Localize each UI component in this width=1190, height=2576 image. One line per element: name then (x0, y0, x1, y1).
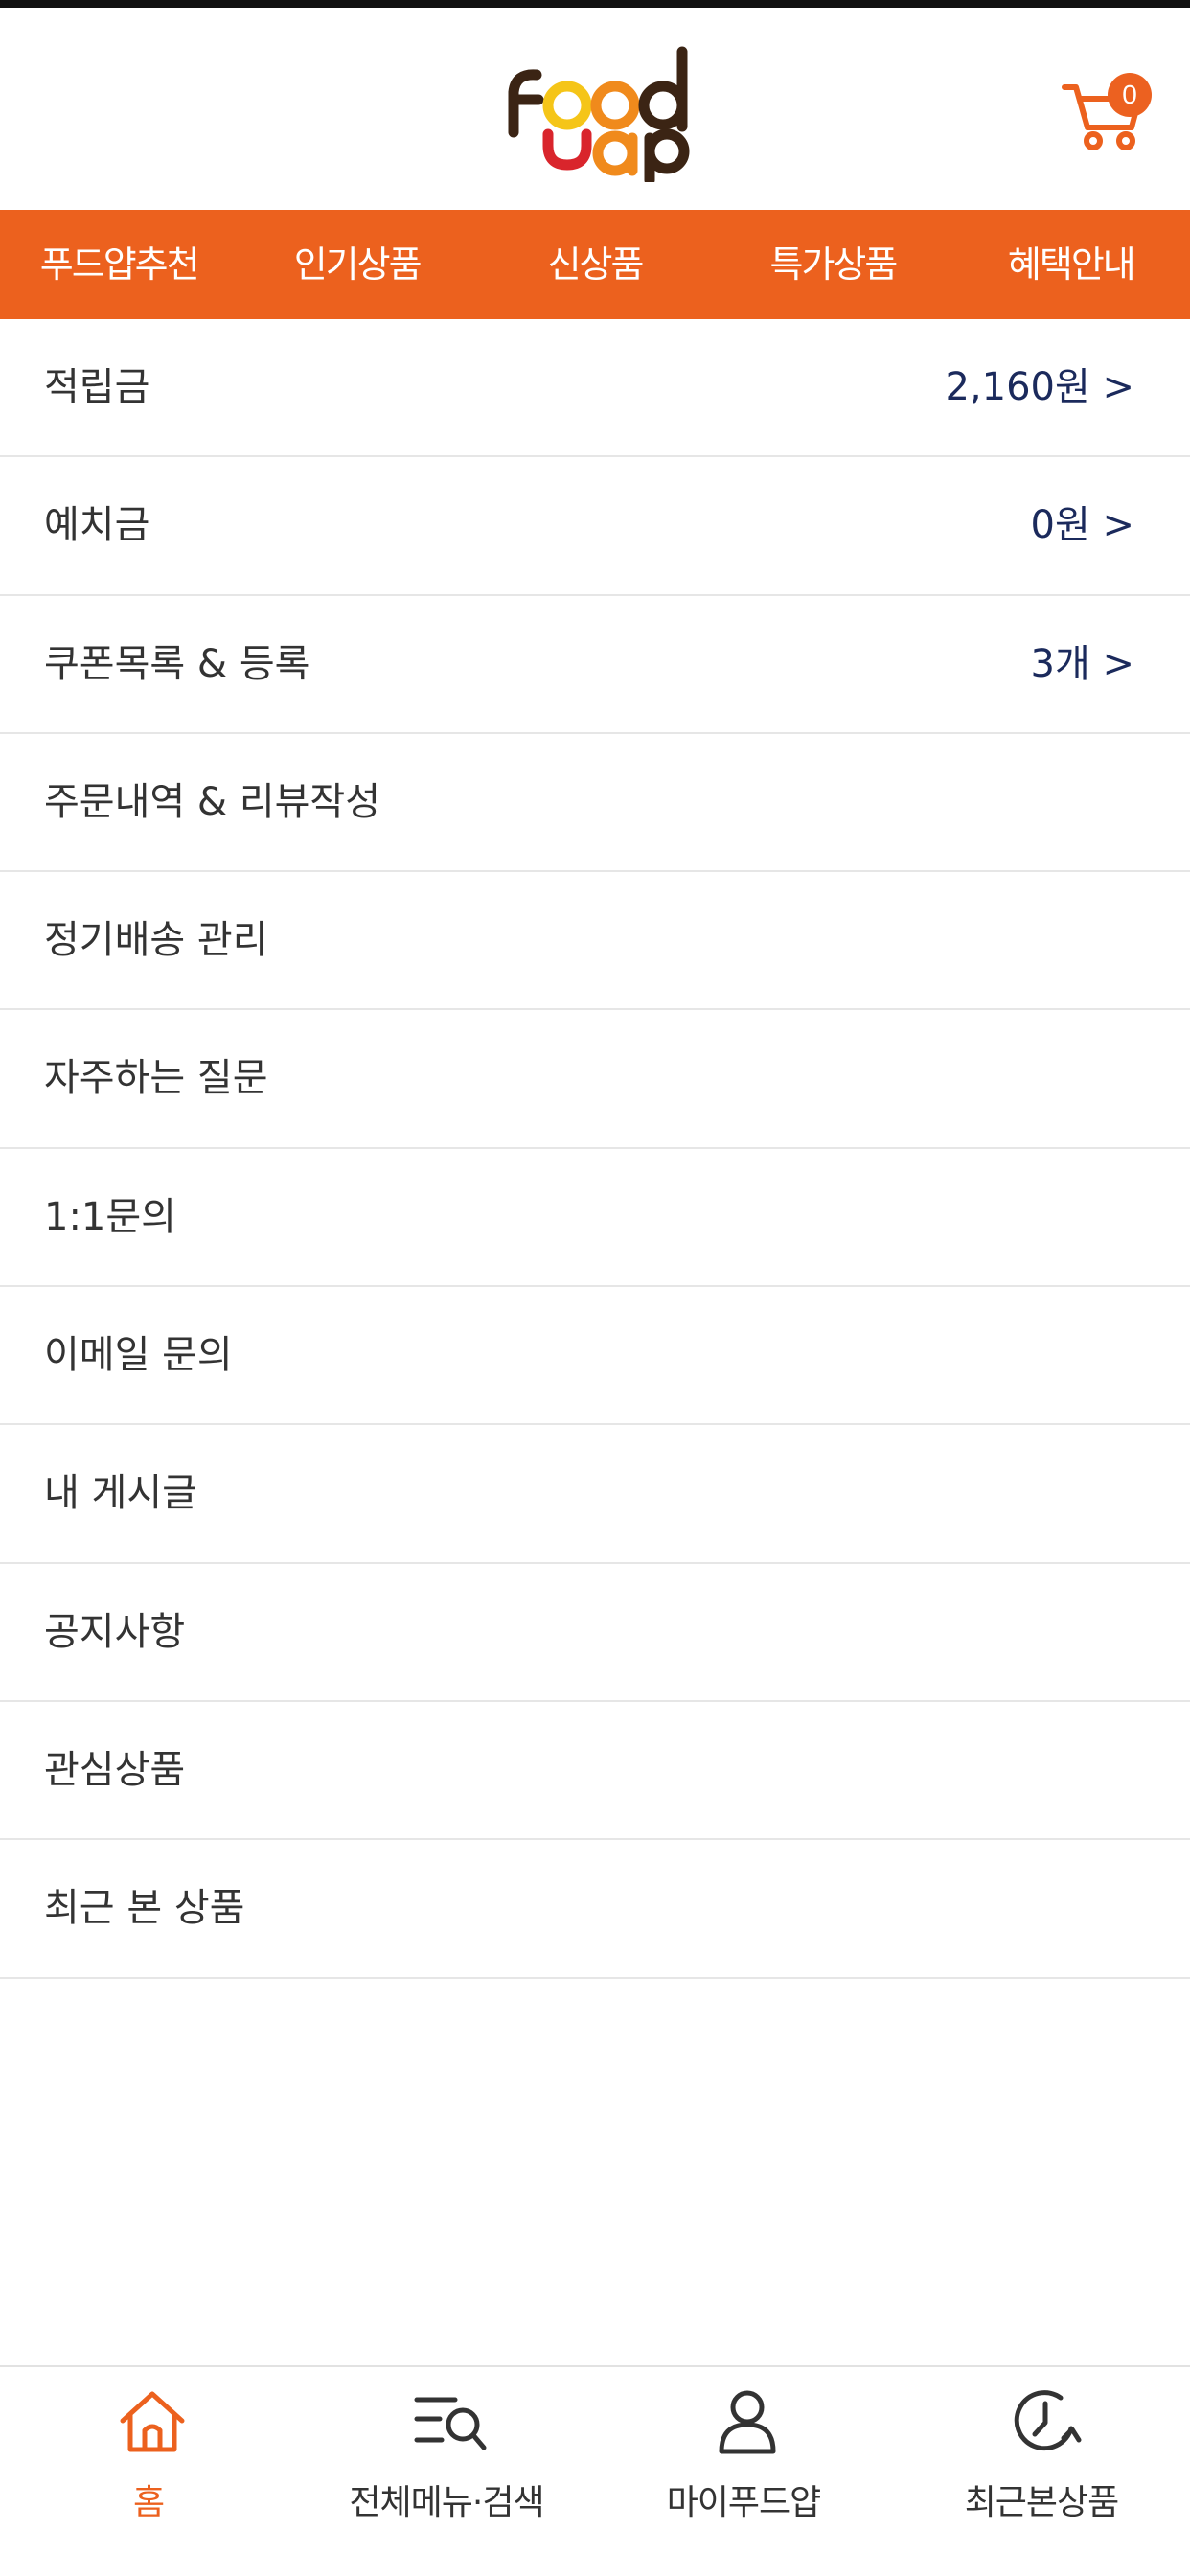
nav-item-popular[interactable]: 인기상품 (238, 210, 475, 319)
menu-search-icon (414, 2397, 487, 2450)
tab-label: 전체메뉴·검색 (349, 2483, 544, 2522)
tab-my-foodyap[interactable]: 마이푸드얍 (595, 2367, 892, 2530)
menu-item-coupons[interactable]: 쿠폰목록 & 등록 3개 > (0, 596, 1190, 734)
menu-item-label: 1:1문의 (44, 1194, 176, 1239)
tab-label: 최근본상품 (964, 2483, 1120, 2522)
menu-item-label: 쿠폰목록 & 등록 (44, 641, 310, 686)
nav-item-new[interactable]: 신상품 (476, 210, 714, 319)
status-bar (0, 0, 1190, 8)
category-nav: 푸드얍추천 인기상품 신상품 특가상품 혜택안내 (0, 210, 1190, 319)
menu-item-label: 예치금 (44, 503, 150, 548)
deposit-value: 0원 > (1030, 503, 1134, 548)
menu-item-label: 공지사항 (44, 1609, 186, 1654)
cart-count-badge: 0 (1108, 73, 1152, 117)
foodyap-logo[interactable] (498, 38, 695, 182)
menu-item-notice[interactable]: 공지사항 (0, 1564, 1190, 1702)
tab-all-menu-search[interactable]: 전체메뉴·검색 (298, 2367, 595, 2530)
menu-item-label: 적립금 (44, 365, 150, 409)
menu-item-faq[interactable]: 자주하는 질문 (0, 1010, 1190, 1149)
menu-item-label: 관심상품 (44, 1747, 186, 1792)
points-value: 2,160원 > (945, 365, 1134, 409)
menu-item-points[interactable]: 적립금 2,160원 > (0, 319, 1190, 458)
menu-item-orders-reviews[interactable]: 주문내역 & 리뷰작성 (0, 734, 1190, 873)
home-icon (120, 2391, 185, 2452)
menu-item-recently-viewed[interactable]: 최근 본 상품 (0, 1840, 1190, 1979)
menu-item-label: 이메일 문의 (44, 1333, 233, 1378)
tab-label: 홈 (132, 2483, 165, 2522)
menu-item-label: 자주하는 질문 (44, 1056, 268, 1101)
tab-label: 마이푸드얍 (666, 2483, 822, 2522)
app-header: 0 (0, 8, 1190, 210)
bottom-tab-bar: 홈 전체메뉴·검색 마이푸드얍 최근본상품 (0, 2365, 1190, 2576)
menu-item-label: 내 게시글 (44, 1471, 197, 1516)
nav-item-special[interactable]: 특가상품 (714, 210, 951, 319)
menu-item-label: 주문내역 & 리뷰작성 (44, 779, 381, 824)
tab-home[interactable]: 홈 (0, 2367, 297, 2530)
menu-item-label: 정기배송 관리 (44, 918, 268, 963)
menu-item-deposit[interactable]: 예치금 0원 > (0, 457, 1190, 596)
menu-item-subscription[interactable]: 정기배송 관리 (0, 872, 1190, 1011)
nav-item-benefits[interactable]: 혜택안내 (952, 210, 1190, 319)
system-navigation-bar (0, 2549, 1190, 2576)
menu-item-my-posts[interactable]: 내 게시글 (0, 1425, 1190, 1564)
menu-item-wishlist[interactable]: 관심상품 (0, 1702, 1190, 1841)
history-icon (1014, 2390, 1082, 2451)
coupon-count-value: 3개 > (1030, 641, 1134, 686)
mypage-menu-list: 적립금 2,160원 > 예치금 0원 > 쿠폰목록 & 등록 3개 > 주문내… (0, 319, 1190, 1979)
nav-item-foodyap-recommend[interactable]: 푸드얍추천 (0, 210, 238, 319)
user-icon (719, 2390, 776, 2454)
menu-item-label: 최근 본 상품 (44, 1886, 245, 1931)
tab-recently-viewed[interactable]: 최근본상품 (893, 2367, 1190, 2530)
menu-item-one-on-one[interactable]: 1:1문의 (0, 1149, 1190, 1288)
menu-item-email-inquiry[interactable]: 이메일 문의 (0, 1287, 1190, 1426)
